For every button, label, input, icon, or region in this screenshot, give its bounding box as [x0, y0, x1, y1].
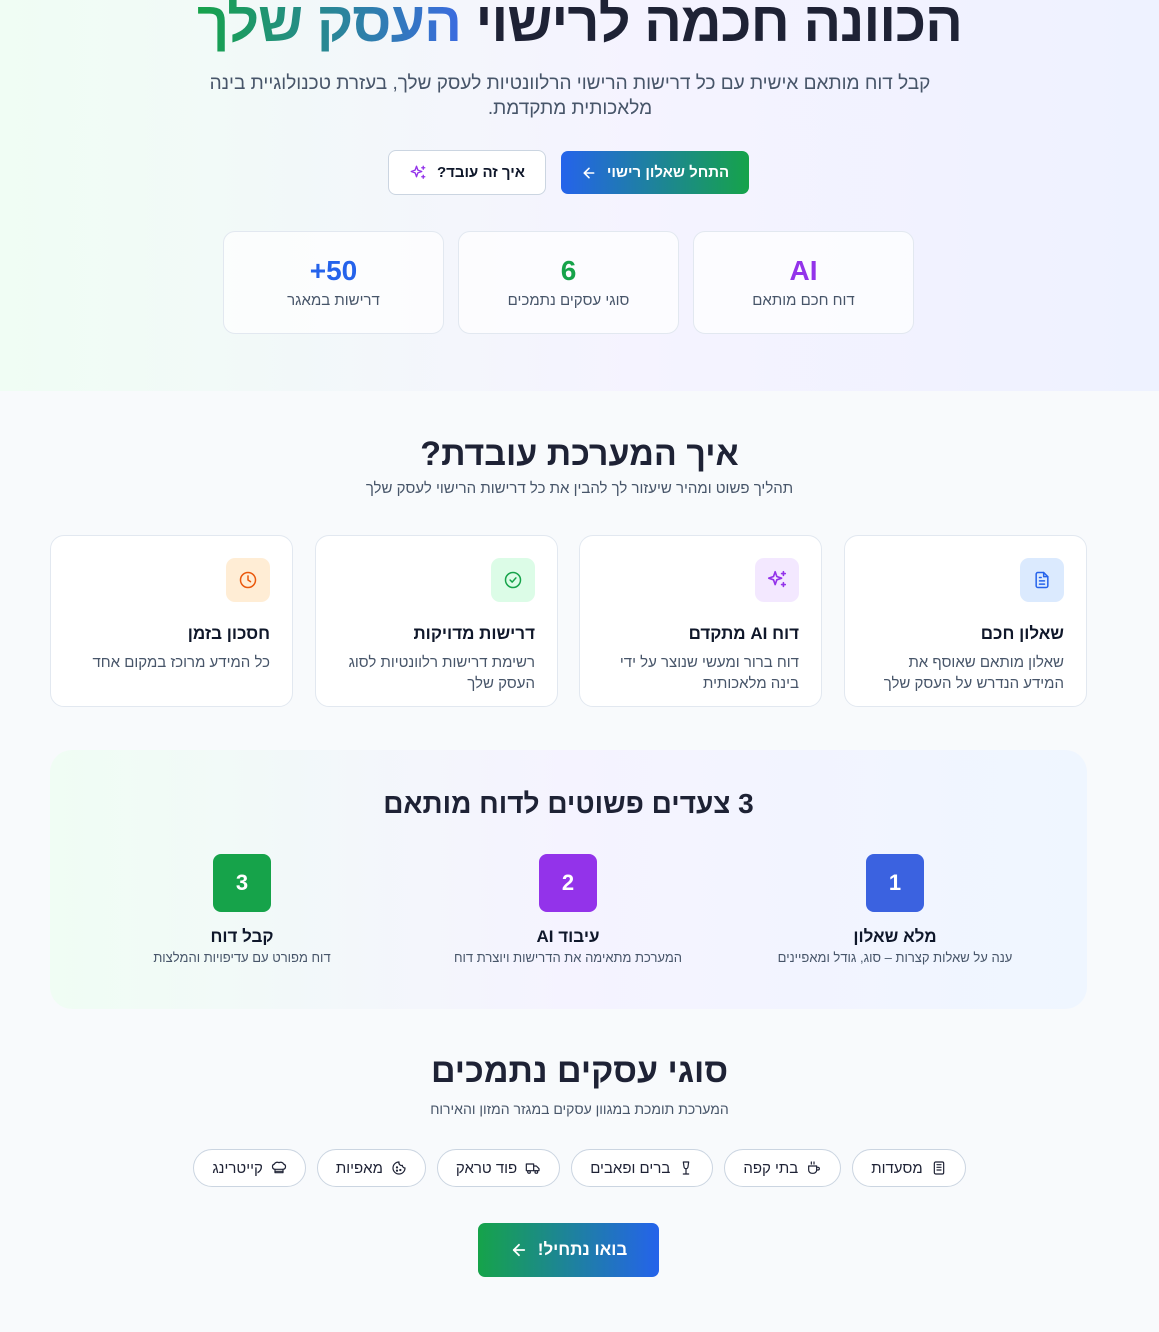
cookie-icon: [391, 1160, 407, 1176]
how-it-works-title: איך המערכת עובדת?: [420, 435, 739, 473]
stat-card-requirements: 50+ דרישות במאגר: [223, 231, 444, 334]
step-1: 1 מלא שאלון ענה על שאלות קצרות – סוג, גו…: [765, 854, 1025, 965]
business-chip-restaurants[interactable]: מסעדות: [852, 1149, 966, 1187]
feature-card-smart-questionnaire: שאלון חכם שאלון מותאם שאוסף את המידע הנד…: [844, 535, 1087, 707]
feature-title: חסכון בזמן: [187, 624, 270, 643]
stat-card-business-types: 6 סוגי עסקים נתמכים: [458, 231, 679, 334]
hero-title-main: הכוונה חכמה לרישוי: [475, 0, 963, 53]
business-chip-catering[interactable]: קייטרינג: [193, 1149, 306, 1187]
business-types-title: סוגי עסקים נתמכים: [430, 1052, 729, 1090]
step-number: 3: [213, 854, 271, 912]
start-questionnaire-label: התחל שאלון רישוי: [606, 164, 730, 181]
hero-subtitle: קבל דוח מותאם אישית עם כל דרישות הרישוי …: [209, 73, 931, 119]
step-desc: ענה על שאלות קצרות – סוג, גודל ומאפיינים: [777, 950, 1013, 965]
feature-title: שאלון חכם: [980, 624, 1064, 643]
stat-label: דרישות במאגר: [287, 292, 380, 309]
step-title: עיבוד AI: [536, 927, 600, 946]
feature-desc: שאלון מותאם שאוסף את המידע הנדרש על העסק…: [883, 654, 1064, 692]
arrow-left-icon: [510, 1241, 528, 1259]
feature-card-accurate-requirements: דרישות מדויקות רשימת דרישות רלוונטיות לס…: [315, 535, 558, 707]
restaurant-icon: [931, 1160, 947, 1176]
how-it-works-button[interactable]: איך זה עובד?: [388, 150, 546, 195]
step-desc: המערכת מתאימה את הדרישות ויוצרת דוח: [453, 950, 683, 965]
feature-card-time-saving: חסכון בזמן כל המידע מרוכז במקום אחד: [50, 535, 293, 707]
truck-icon: [525, 1160, 541, 1176]
steps-title: 3 צעדים פשוטים לדוח מותאם: [383, 788, 754, 819]
document-icon: [1020, 558, 1064, 602]
business-chip-cafes[interactable]: בתי קפה: [724, 1149, 842, 1187]
wine-glass-icon: [678, 1160, 694, 1176]
chip-label: בתי קפה: [743, 1159, 799, 1177]
stat-value: 6: [560, 255, 577, 286]
how-it-works-label: איך זה עובד?: [436, 164, 526, 181]
feature-desc: רשימת דרישות רלוונטיות לסוג העסק שלך: [348, 654, 535, 692]
start-questionnaire-button[interactable]: התחל שאלון רישוי: [561, 151, 749, 194]
stat-label: סוגי עסקים נתמכים: [507, 292, 630, 309]
feature-title: דוח AI מתקדם: [688, 624, 799, 643]
sparkles-icon: [755, 558, 799, 602]
step-title: מלא שאלון: [853, 927, 937, 946]
chip-label: מאפיות: [335, 1159, 383, 1177]
hero-title-accent: העסק שלך: [197, 0, 462, 53]
business-chip-bakeries[interactable]: מאפיות: [316, 1149, 426, 1187]
hero-title: הכוונה חכמה לרישוי העסק שלך: [0, 0, 1159, 62]
lets-start-label: בואו נתחיל!: [537, 1240, 628, 1259]
feature-title: דרישות מדויקות: [413, 624, 535, 643]
chef-hat-icon: [271, 1160, 287, 1176]
sparkles-icon: [409, 164, 427, 182]
stat-value: AI: [789, 255, 818, 286]
clock-icon: [226, 558, 270, 602]
step-number: 2: [539, 854, 597, 912]
business-types-list: מסעדות בתי קפה ברים ופאבים פוד טראק מאפי…: [0, 1149, 1159, 1187]
step-3: 3 קבל דוח דוח מפורט עם עדיפויות והמלצות: [112, 854, 372, 965]
chip-label: פוד טראק: [455, 1159, 518, 1177]
hero-section: הכוונה חכמה לרישוי העסק שלך קבל דוח מותא…: [0, 0, 1159, 391]
business-chip-bars[interactable]: ברים ופאבים: [571, 1149, 714, 1187]
step-title: קבל דוח: [210, 927, 274, 946]
business-types-subtitle: המערכת תומכת במגוון עסקים במגזר המזון וה…: [430, 1101, 729, 1117]
feature-desc: דוח ברור ומעשי שנוצר על ידי בינה מלאכותי…: [619, 654, 799, 692]
step-desc: דוח מפורט עם עדיפויות והמלצות: [153, 950, 331, 965]
arrow-left-icon: [581, 165, 597, 181]
feature-card-ai-report: דוח AI מתקדם דוח ברור ומעשי שנוצר על ידי…: [579, 535, 822, 707]
step-number: 1: [866, 854, 924, 912]
stat-value: 50+: [309, 255, 358, 286]
steps-section: 3 צעדים פשוטים לדוח מותאם 1 מלא שאלון ענ…: [50, 750, 1087, 1009]
coffee-icon: [806, 1160, 822, 1176]
check-circle-icon: [491, 558, 535, 602]
chip-label: מסעדות: [871, 1159, 923, 1177]
chip-label: קייטרינג: [212, 1159, 263, 1177]
stat-card-ai: AI דוח חכם מותאם: [693, 231, 914, 334]
feature-desc: כל המידע מרוכז במקום אחד: [92, 654, 270, 671]
how-it-works-subtitle: תהליך פשוט ומהיר שיעזור לך להבין את כל ד…: [365, 480, 794, 497]
step-2: 2 עיבוד AI המערכת מתאימה את הדרישות ויוצ…: [438, 854, 698, 965]
business-chip-food-truck[interactable]: פוד טראק: [436, 1149, 561, 1187]
stat-label: דוח חכם מותאם: [752, 292, 855, 309]
lets-start-button[interactable]: בואו נתחיל!: [478, 1223, 659, 1277]
chip-label: ברים ופאבים: [590, 1159, 671, 1177]
